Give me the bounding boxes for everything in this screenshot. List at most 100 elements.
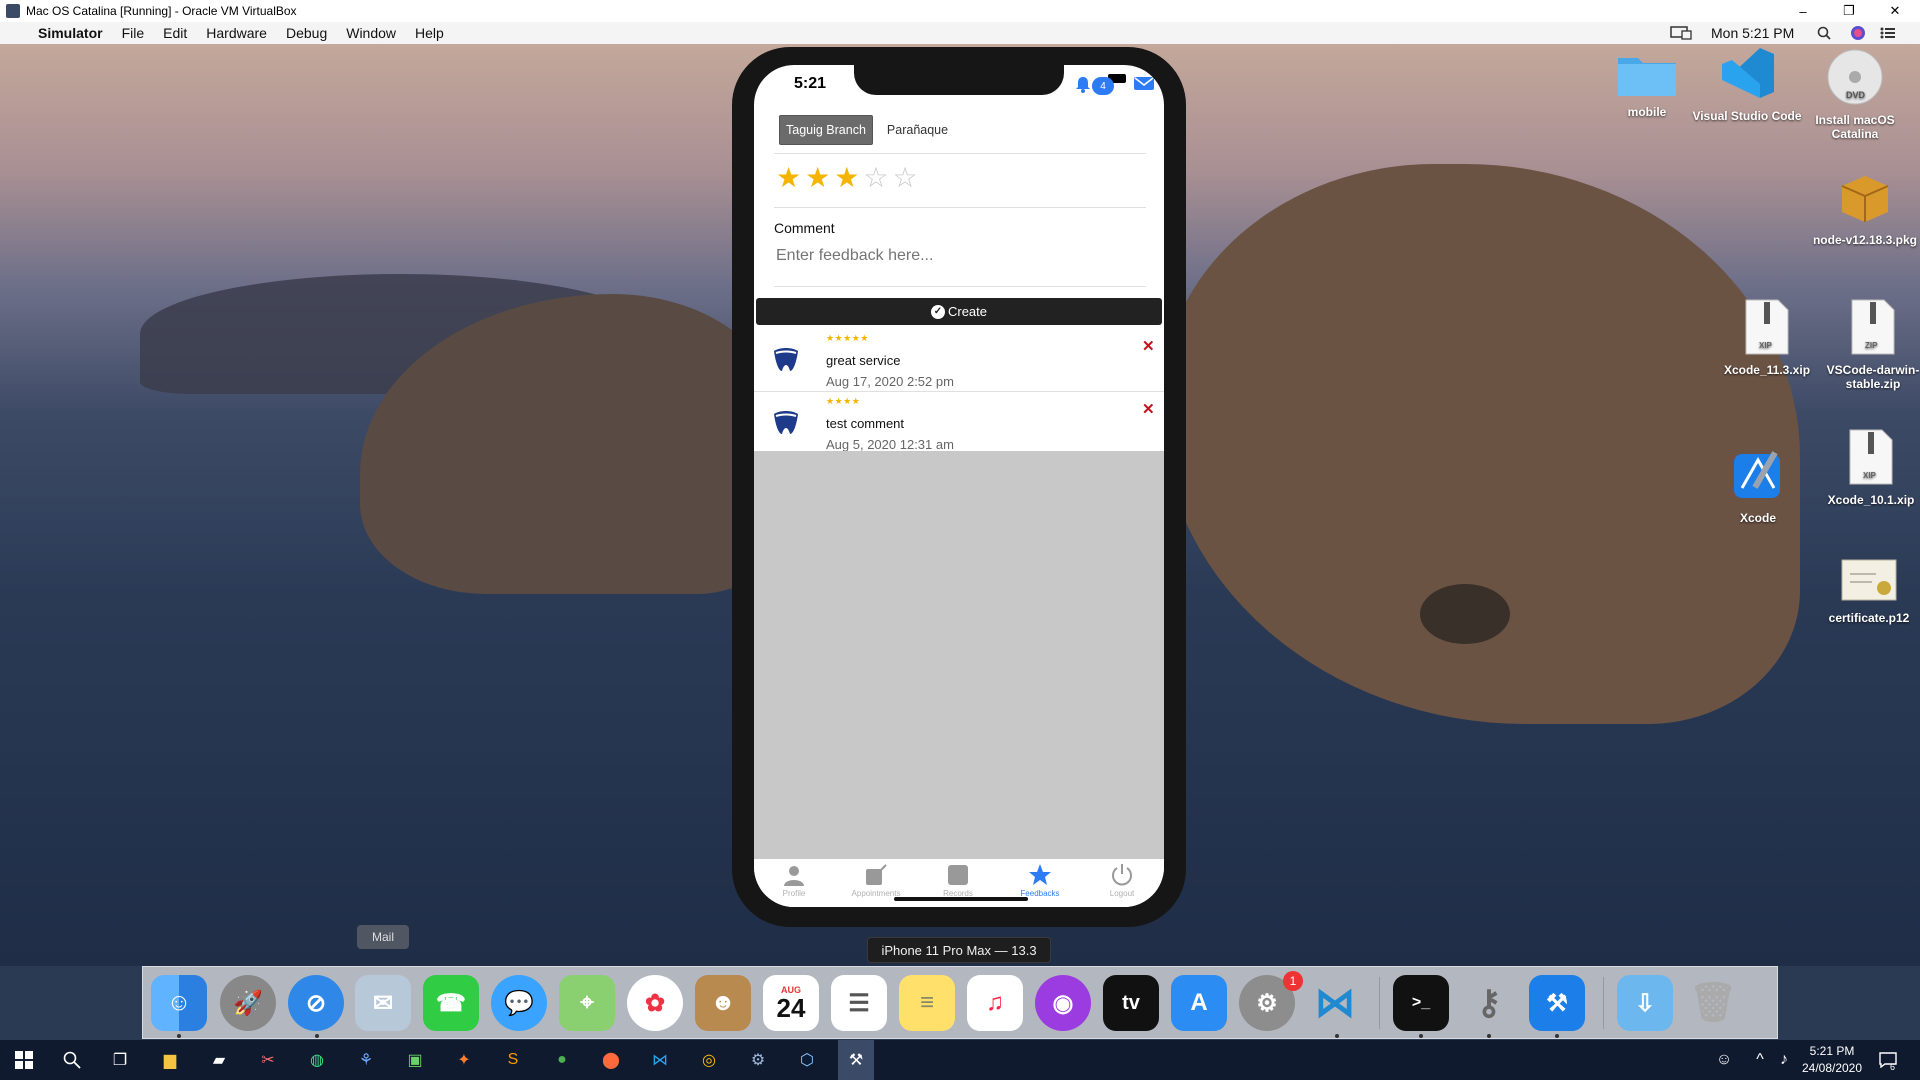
calendar-icon[interactable]: AUG 24 — [763, 975, 819, 1031]
tab-feedbacks[interactable]: Feedbacks — [1010, 861, 1070, 898]
gitkraken-icon[interactable]: ◍ — [305, 1048, 329, 1072]
postman-icon[interactable]: ⬤ — [599, 1048, 623, 1072]
messages-icon[interactable]: 💬 — [491, 975, 547, 1031]
branch-tab-paranaque[interactable]: Parañaque — [881, 115, 954, 145]
notes-icon[interactable]: ≡ — [899, 975, 955, 1031]
safari-icon[interactable]: ⊘ — [288, 975, 344, 1031]
minimize-button[interactable]: – — [1780, 0, 1826, 22]
desktop-icon-certificate[interactable]: certificate.p12 — [1818, 558, 1920, 625]
sublime-text-icon[interactable]: S — [501, 1048, 525, 1072]
photos-icon[interactable]: ✿ — [627, 975, 683, 1031]
home-indicator[interactable] — [894, 897, 1028, 901]
file-explorer-icon[interactable]: ▆ — [158, 1048, 182, 1072]
menu-file[interactable]: File — [122, 25, 145, 41]
tab-label: Profile — [782, 889, 806, 898]
feedback-date: Aug 17, 2020 2:52 pm — [826, 374, 954, 389]
reminders-icon[interactable]: ☰ — [831, 975, 887, 1031]
music-icon[interactable]: ♫ — [967, 975, 1023, 1031]
create-button[interactable]: ✓ Create — [756, 298, 1162, 325]
spotlight-search-icon[interactable] — [1817, 22, 1831, 44]
trash-icon[interactable]: 🗑 — [1685, 975, 1741, 1031]
siri-icon[interactable] — [1850, 22, 1866, 44]
podcasts-icon[interactable]: ◉ — [1035, 975, 1091, 1031]
virtualbox-taskbar-icon[interactable]: ⬡ — [795, 1048, 819, 1072]
rating-star-2[interactable]: ★ — [805, 163, 830, 193]
desktop-icon-vscode-zip[interactable]: ZIP VSCode-darwin-stable.zip — [1826, 298, 1920, 391]
keychain-access-icon[interactable]: ⚷ — [1461, 975, 1517, 1031]
desktop-icon-install-macos[interactable]: DVD Install macOS Catalina — [1800, 48, 1910, 141]
tab-profile[interactable]: Profile — [764, 861, 824, 898]
desktop-icon-vscode[interactable]: Visual Studio Code — [1692, 44, 1802, 123]
app-store-icon[interactable]: A — [1171, 975, 1227, 1031]
restore-button[interactable]: ❐ — [1826, 0, 1872, 22]
menu-debug[interactable]: Debug — [286, 25, 327, 41]
snipping-tool-icon[interactable]: ✂ — [256, 1048, 280, 1072]
display-icon[interactable] — [1670, 22, 1692, 44]
desktop-icon-node-pkg[interactable]: node-v12.18.3.pkg — [1810, 168, 1920, 247]
vscode-dock-icon[interactable]: ⋈ — [1307, 975, 1363, 1031]
notification-bell-icon[interactable] — [1074, 75, 1092, 98]
delete-feedback-icon[interactable]: ✕ — [1142, 337, 1155, 355]
iphone-simulator: 5:21 4 Taguig Branch Parañaque ★ ★ ★ ☆ ☆ — [732, 47, 1186, 927]
contacts-icon[interactable]: ☻ — [695, 975, 751, 1031]
xampp-icon[interactable]: ✦ — [452, 1048, 476, 1072]
installer-icon[interactable]: ▣ — [403, 1048, 427, 1072]
vscode-taskbar-icon[interactable]: ⋈ — [648, 1048, 672, 1072]
tab-records[interactable]: Records — [928, 861, 988, 898]
apple-tv-icon[interactable]: tv — [1103, 975, 1159, 1031]
rating-star-1[interactable]: ★ — [776, 163, 801, 193]
menu-edit[interactable]: Edit — [163, 25, 187, 41]
menu-hardware[interactable]: Hardware — [206, 25, 267, 41]
feedback-input[interactable] — [774, 239, 1146, 273]
notification-center-icon[interactable] — [1880, 22, 1896, 44]
rating-star-5[interactable]: ☆ — [892, 163, 917, 193]
branch-tab-taguig[interactable]: Taguig Branch — [779, 115, 873, 145]
dock-tooltip: Mail — [357, 925, 409, 949]
running-indicator — [315, 1034, 319, 1038]
menu-window[interactable]: Window — [346, 25, 396, 41]
taskbar-time[interactable]: 5:21 PM — [1800, 1044, 1864, 1058]
close-button[interactable]: ✕ — [1872, 0, 1918, 22]
rating-star-3[interactable]: ★ — [834, 163, 859, 193]
folder-icon — [928, 861, 988, 889]
mail-app-icon[interactable]: ✉ — [355, 975, 411, 1031]
feedback-text: great service — [826, 353, 901, 368]
menu-simulator[interactable]: Simulator — [38, 25, 103, 41]
mail-icon[interactable] — [1134, 75, 1154, 98]
terminal-icon[interactable]: >_ — [1393, 975, 1449, 1031]
rating-star-4[interactable]: ☆ — [863, 163, 888, 193]
facetime-icon[interactable]: ☎ — [423, 975, 479, 1031]
tab-logout[interactable]: Logout — [1092, 861, 1152, 898]
network-tool-icon[interactable]: ⚘ — [354, 1048, 378, 1072]
downloads-folder-icon[interactable]: ⇩ — [1617, 975, 1673, 1031]
people-icon[interactable]: ☺ — [1712, 1048, 1736, 1072]
finder-icon[interactable]: ☺ — [151, 975, 207, 1031]
search-icon[interactable] — [60, 1048, 84, 1072]
desktop-icon-mobile[interactable]: mobile — [1592, 50, 1702, 119]
menubar-clock[interactable]: Mon 5:21 PM — [1711, 22, 1794, 44]
action-center-icon[interactable] — [1876, 1048, 1900, 1072]
tab-appointments[interactable]: Appointments — [846, 861, 906, 898]
svg-text:XIP: XIP — [1863, 471, 1877, 480]
certificate-icon — [1818, 558, 1920, 607]
volume-icon[interactable]: ♪ — [1772, 1048, 1796, 1072]
sticky-notes-icon[interactable]: ▰ — [207, 1048, 231, 1072]
windows-start-icon[interactable] — [12, 1048, 36, 1072]
maps-icon[interactable]: ⌖ — [559, 975, 615, 1031]
xcode-dock-icon[interactable]: ⚒ — [1529, 975, 1585, 1031]
mongodb-compass-icon[interactable]: ● — [550, 1048, 574, 1072]
menu-help[interactable]: Help — [415, 25, 444, 41]
desktop-icon-xcode-11-xip[interactable]: XIP Xcode_11.3.xip — [1712, 298, 1822, 377]
power-icon — [1092, 861, 1152, 889]
desktop-icon-xcode[interactable]: Xcode — [1703, 448, 1813, 525]
launchpad-icon[interactable]: 🚀 — [220, 975, 276, 1031]
steam-icon[interactable]: ⚙ — [746, 1048, 770, 1072]
xcode-session-icon[interactable]: ⚒ — [838, 1040, 874, 1080]
show-hidden-icons[interactable]: ^ — [1748, 1048, 1772, 1072]
task-view-icon[interactable]: ❐ — [108, 1048, 132, 1072]
desktop-icon-xcode-10-xip[interactable]: XIP Xcode_10.1.xip — [1822, 428, 1920, 507]
chrome-icon[interactable]: ◎ — [697, 1048, 721, 1072]
taskbar-date[interactable]: 24/08/2020 — [1800, 1061, 1864, 1075]
bottom-tab-bar: Profile Appointments Records Feedbacks L… — [754, 859, 1164, 907]
delete-feedback-icon[interactable]: ✕ — [1142, 400, 1155, 418]
